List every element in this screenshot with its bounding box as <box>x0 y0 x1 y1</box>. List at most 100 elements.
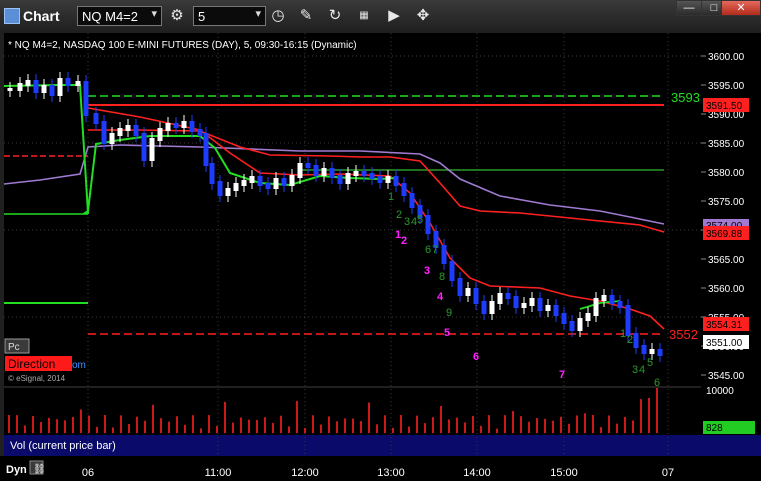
refresh-icon[interactable]: ↻ <box>325 6 345 26</box>
candle-body <box>521 303 527 308</box>
candle-body <box>109 133 115 144</box>
volume-bar <box>336 421 338 433</box>
candle-body <box>657 349 663 356</box>
volume-bar <box>296 401 298 433</box>
volume-bar <box>32 416 34 433</box>
price-tag-last: 3551.00 <box>706 338 743 349</box>
volume-bar <box>168 421 170 433</box>
volume-bar <box>512 411 514 433</box>
candle-body <box>257 176 263 186</box>
candle-body <box>369 173 375 179</box>
volume-bar <box>248 419 250 433</box>
candle-body <box>569 321 575 331</box>
volume-current-tag: 828 <box>706 423 723 434</box>
study-icon[interactable]: ▦ <box>354 6 374 26</box>
volume-bar <box>160 418 162 433</box>
candle-body <box>441 245 447 264</box>
count-label-green: 3 <box>632 364 638 376</box>
volume-bar <box>280 415 282 433</box>
volume-bar <box>584 413 586 433</box>
candle-body <box>625 305 631 336</box>
count-label-magenta: 6 <box>473 351 479 363</box>
volume-bar <box>464 422 466 433</box>
volume-bar <box>640 399 642 433</box>
symbol-value: NQ M4=2 <box>82 9 138 24</box>
candle-body <box>561 313 567 324</box>
volume-bar <box>224 401 226 433</box>
pencil-icon[interactable]: ✎ <box>296 6 316 26</box>
candle-body <box>321 168 327 176</box>
volume-bar <box>304 428 306 433</box>
chevron-down-icon[interactable]: ▾ <box>151 7 157 20</box>
price-tag-3591: 3591.50 <box>706 101 743 112</box>
interval-value: 5 <box>198 9 206 24</box>
gear-icon[interactable]: ⚙ <box>167 6 187 26</box>
candle-body <box>273 178 279 189</box>
pc-badge[interactable]: Pc <box>8 342 20 353</box>
count-label-magenta: 2 <box>401 235 407 247</box>
level-label-3593: 3593 <box>671 90 700 105</box>
candle-body <box>101 121 107 144</box>
volume-bar <box>520 416 522 433</box>
interval-combobox[interactable]: 5 ▾ <box>193 6 266 26</box>
symbol-combobox[interactable]: NQ M4=2 ▾ <box>77 6 162 26</box>
volume-bar <box>200 428 202 433</box>
candle-body <box>617 301 623 308</box>
volume-bar <box>184 424 186 433</box>
volume-bar <box>8 415 10 433</box>
price-tick-label: 3545.00 <box>708 371 745 382</box>
candle-body <box>353 171 359 176</box>
volume-bar <box>504 415 506 433</box>
candle-body <box>601 295 607 301</box>
candle-body <box>633 333 639 348</box>
minimize-button[interactable]: — <box>676 0 702 16</box>
volume-bar <box>552 420 554 433</box>
time-tick-label: 07 <box>662 467 674 479</box>
candle-body <box>75 81 81 86</box>
volume-bar <box>272 422 274 433</box>
volume-bar <box>288 426 290 433</box>
candle-body <box>41 85 47 93</box>
play-icon[interactable]: ▶ <box>384 6 404 26</box>
volume-bar <box>488 415 490 433</box>
candle-body <box>465 288 471 296</box>
candle-body <box>529 298 535 306</box>
volume-bar <box>64 420 66 433</box>
close-button[interactable]: ✕ <box>721 0 761 16</box>
candle-body <box>297 163 303 178</box>
crosshair-icon[interactable]: ✥ <box>413 6 433 26</box>
volume-bar <box>440 406 442 433</box>
volume-bar <box>408 426 410 433</box>
window-title: Chart <box>23 8 60 24</box>
volume-bar <box>88 415 90 433</box>
candle-body <box>513 296 519 308</box>
count-label-magenta: 5 <box>444 327 450 339</box>
candle-body <box>83 81 89 116</box>
candle-body <box>385 176 391 183</box>
volume-axis-label: 10000 <box>706 386 734 397</box>
link-icon-glyph: ⛓ <box>33 463 46 475</box>
chart-window-icon <box>4 8 20 24</box>
volume-bar <box>536 418 538 433</box>
count-label-green: 2 <box>627 334 633 346</box>
chart-area[interactable]: * NQ M4=2, NASDAQ 100 E-MINI FUTURES (DA… <box>0 33 761 481</box>
direction-badge[interactable]: Direction <box>8 357 55 371</box>
count-label-green: 6 <box>654 377 660 389</box>
chevron-down-icon[interactable]: ▾ <box>255 7 261 20</box>
volume-bar <box>312 415 314 433</box>
volume-bar <box>624 416 626 433</box>
candle-body <box>393 176 399 186</box>
candle-body <box>7 88 13 91</box>
volume-bar <box>648 397 650 433</box>
time-tick-label: 11:00 <box>205 467 232 479</box>
candle-body <box>33 80 39 93</box>
dyn-tab[interactable]: Dyn <box>6 464 27 476</box>
volume-bar <box>240 417 242 433</box>
volume-bar <box>328 416 330 433</box>
volume-bar <box>392 427 394 433</box>
level-label-3552: 3552 <box>669 327 698 342</box>
clock-icon[interactable]: ◷ <box>268 6 288 26</box>
volume-bar <box>16 415 18 433</box>
volume-bar <box>176 416 178 433</box>
candle-body <box>57 78 63 96</box>
